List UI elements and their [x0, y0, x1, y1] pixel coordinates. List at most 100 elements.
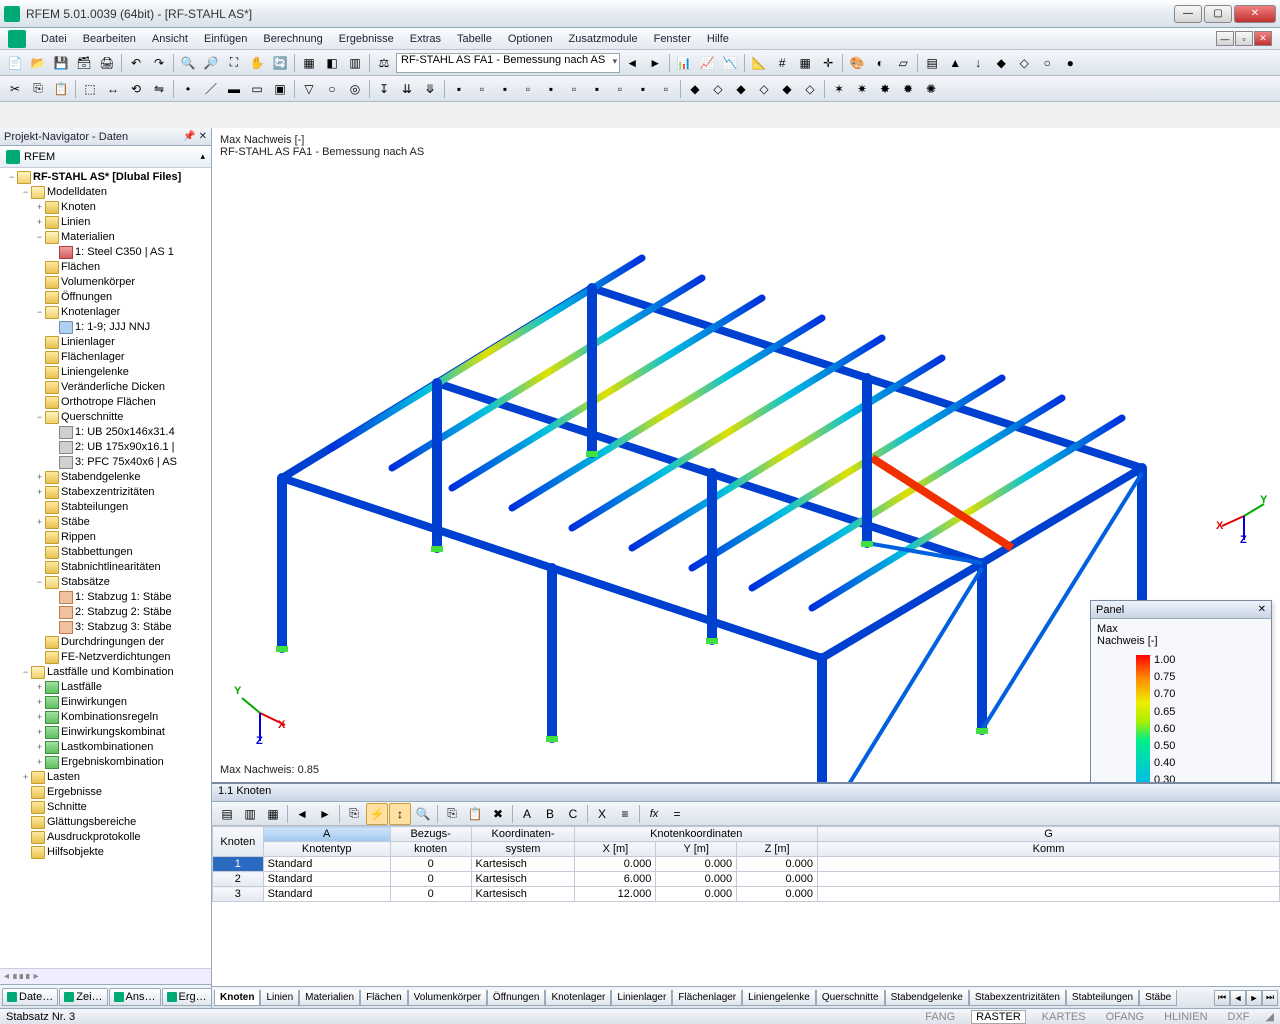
snap-hlinien[interactable]: HLINIEN	[1160, 1011, 1211, 1023]
tree-node[interactable]: Orthotrope Flächen	[0, 395, 211, 410]
tb2-x4-icon[interactable]: ▫	[517, 78, 539, 100]
tb-misc4-icon[interactable]: ●	[1059, 52, 1081, 74]
tb-res1-icon[interactable]: 📊	[673, 52, 695, 74]
tree-node[interactable]: +Einwirkungen	[0, 695, 211, 710]
tt-open-icon[interactable]: ▥	[239, 803, 261, 825]
loadcase-combo[interactable]: RF-STAHL AS FA1 - Bemessung nach AS	[396, 53, 620, 73]
tree-node[interactable]: Schnitte	[0, 800, 211, 815]
close-button[interactable]: ✕	[1234, 5, 1276, 23]
tb-grid-icon[interactable]: ▦	[794, 52, 816, 74]
tb-print-icon[interactable]: 🖨	[96, 52, 118, 74]
tb2-sup-icon[interactable]: ▽	[298, 78, 320, 100]
tt-c-icon[interactable]: C	[562, 803, 584, 825]
tb-zoom-icon[interactable]: 🔍	[177, 52, 199, 74]
tree-node[interactable]: +Einwirkungskombinat	[0, 725, 211, 740]
panel-titlebar[interactable]: Panel✕	[1091, 601, 1271, 619]
tb2-paste-icon[interactable]: 📋	[50, 78, 72, 100]
table-tab[interactable]: Stäbe	[1139, 990, 1177, 1006]
tb-num-icon[interactable]: #	[771, 52, 793, 74]
tb2-y2-icon[interactable]: ◇	[707, 78, 729, 100]
tb-redo-icon[interactable]: ↷	[148, 52, 170, 74]
tb2-f2-icon[interactable]: ⇊	[396, 78, 418, 100]
table-tab[interactable]: Knoten	[214, 990, 260, 1006]
tb2-x8-icon[interactable]: ▫	[609, 78, 631, 100]
tree-node[interactable]: −Lastfälle und Kombination	[0, 665, 211, 680]
mdi-close-button[interactable]: ✕	[1254, 31, 1272, 46]
tt-sort-icon[interactable]: ↕	[389, 803, 411, 825]
tree-node[interactable]: +Lastkombinationen	[0, 740, 211, 755]
snap-raster[interactable]: RASTER	[971, 1010, 1026, 1024]
tt-next-icon[interactable]: ►	[314, 803, 336, 825]
tb-prev-icon[interactable]: ◄	[621, 52, 643, 74]
tree-node[interactable]: +Kombinationsregeln	[0, 710, 211, 725]
menu-hilfe[interactable]: Hilfe	[700, 31, 736, 47]
tree-node[interactable]: 2: Stabzug 2: Stäbe	[0, 605, 211, 620]
tree-node[interactable]: 1: Stabzug 1: Stäbe	[0, 590, 211, 605]
tb-undo-icon[interactable]: ↶	[125, 52, 147, 74]
tab-next-icon[interactable]: ►	[1246, 990, 1262, 1006]
tb2-y6-icon[interactable]: ◇	[799, 78, 821, 100]
tb-zoomall-icon[interactable]: ⛶	[223, 52, 245, 74]
tree-node[interactable]: 3: PFC 75x40x6 | AS	[0, 455, 211, 470]
tb-misc2-icon[interactable]: ◇	[1013, 52, 1035, 74]
tt-prev-icon[interactable]: ◄	[291, 803, 313, 825]
resize-grip-icon[interactable]: ◢	[1266, 1010, 1274, 1023]
tt-csv-icon[interactable]: ≡	[614, 803, 636, 825]
tb2-y1-icon[interactable]: ◆	[684, 78, 706, 100]
tree-node[interactable]: +Knoten	[0, 200, 211, 215]
tb-misc3-icon[interactable]: ○	[1036, 52, 1058, 74]
tt-copy-icon[interactable]: ⎘	[441, 803, 463, 825]
menu-berechnung[interactable]: Berechnung	[256, 31, 329, 47]
tb2-y5-icon[interactable]: ◆	[776, 78, 798, 100]
menu-optionen[interactable]: Optionen	[501, 31, 560, 47]
tb2-f3-icon[interactable]: ⤋	[419, 78, 441, 100]
table-tab[interactable]: Querschnitte	[816, 990, 885, 1006]
minimize-button[interactable]: —	[1174, 5, 1202, 23]
tb2-z4-icon[interactable]: ✹	[897, 78, 919, 100]
tree-node[interactable]: 1: UB 250x146x31.4	[0, 425, 211, 440]
3d-viewport[interactable]: Max Nachweis [-] RF-STAHL AS FA1 - Bemes…	[212, 128, 1280, 782]
table-tab[interactable]: Flächenlager	[672, 990, 742, 1006]
tb-shade-icon[interactable]: ◐	[869, 52, 891, 74]
tt-filter-icon[interactable]: ⚡	[366, 803, 388, 825]
tb2-y4-icon[interactable]: ◇	[753, 78, 775, 100]
tb-calc-icon[interactable]: ⚖	[373, 52, 395, 74]
tb-next-icon[interactable]: ►	[644, 52, 666, 74]
tree-node[interactable]: Öffnungen	[0, 290, 211, 305]
tb2-copy-icon[interactable]: ⎘	[27, 78, 49, 100]
tb-pan-icon[interactable]: ✋	[246, 52, 268, 74]
tb2-member-icon[interactable]: ▬	[223, 78, 245, 100]
tt-go-icon[interactable]: ⎘	[343, 803, 365, 825]
table-tab[interactable]: Linien	[260, 990, 299, 1006]
tree-node[interactable]: +Stäbe	[0, 515, 211, 530]
scroll-up-icon[interactable]: ▴	[200, 151, 205, 162]
tree-node[interactable]: FE-Netzverdichtungen	[0, 650, 211, 665]
tb2-x5-icon[interactable]: ▪	[540, 78, 562, 100]
tab-first-icon[interactable]: ⏮	[1214, 990, 1230, 1006]
tree-node[interactable]: +Linien	[0, 215, 211, 230]
tree-node[interactable]: Hilfsobjekte	[0, 845, 211, 860]
tt-fx-icon[interactable]: fx	[643, 803, 665, 825]
tb2-z1-icon[interactable]: ✶	[828, 78, 850, 100]
table-tab[interactable]: Volumenkörper	[408, 990, 487, 1006]
tree-node[interactable]: Veränderliche Dicken	[0, 380, 211, 395]
menu-datei[interactable]: Datei	[34, 31, 74, 47]
tab-prev-icon[interactable]: ◄	[1230, 990, 1246, 1006]
tb2-z2-icon[interactable]: ✷	[851, 78, 873, 100]
snap-kartes[interactable]: KARTES	[1038, 1011, 1090, 1023]
tree-node[interactable]: 1: Steel C350 | AS 1	[0, 245, 211, 260]
tree-node[interactable]: Flächen	[0, 260, 211, 275]
tb2-surf-icon[interactable]: ▭	[246, 78, 268, 100]
tb-iso-icon[interactable]: ◧	[321, 52, 343, 74]
tt-xl-icon[interactable]: X	[591, 803, 613, 825]
table-tab[interactable]: Stabexzentrizitäten	[969, 990, 1066, 1006]
tt-new-icon[interactable]: ▤	[216, 803, 238, 825]
tree-node[interactable]: Ausdruckprotokolle	[0, 830, 211, 845]
menu-ergebnisse[interactable]: Ergebnisse	[332, 31, 401, 47]
tb-color-icon[interactable]: 🎨	[846, 52, 868, 74]
tb2-select-icon[interactable]: ⬚	[79, 78, 101, 100]
tb-rotate-icon[interactable]: 🔄	[269, 52, 291, 74]
table-tab[interactable]: Liniengelenke	[742, 990, 816, 1006]
tree-node[interactable]: Liniengelenke	[0, 365, 211, 380]
tb-load-icon[interactable]: ↓	[967, 52, 989, 74]
